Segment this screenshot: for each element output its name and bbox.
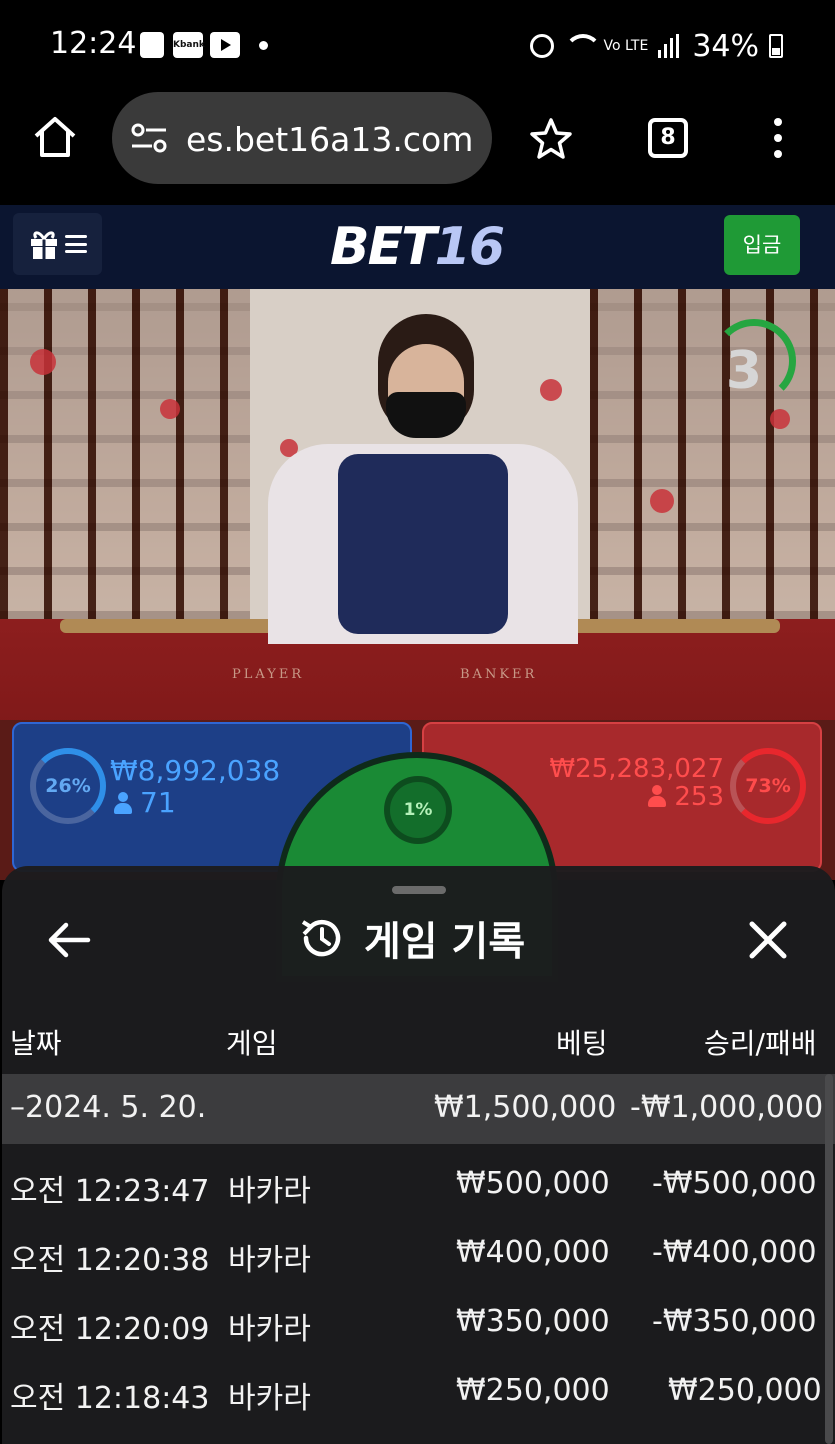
row-bet: ₩250,000 <box>456 1373 610 1408</box>
gift-icon <box>30 231 57 259</box>
browser-toolbar: es.bet16a13.com 8 <box>0 90 835 205</box>
row-game: 바카라 <box>228 1381 311 1416</box>
row-game: 바카라 <box>228 1312 311 1347</box>
scrollbar[interactable] <box>825 1074 833 1444</box>
dealer <box>268 314 578 654</box>
deposit-button[interactable]: 입금 <box>724 215 800 275</box>
column-header-bet: 베팅 <box>556 1027 608 1060</box>
column-header-date: 날짜 <box>10 1027 62 1060</box>
bookmark-star-icon[interactable] <box>528 116 574 162</box>
status-time: 12:24 <box>50 26 137 61</box>
browser-menu-icon[interactable] <box>770 118 786 158</box>
row-time: 오전 12:20:38 <box>10 1243 210 1278</box>
row-time: 오전 12:23:47 <box>10 1174 210 1209</box>
user-icon <box>114 792 132 814</box>
banker-total-amount: ₩25,283,027 <box>549 754 724 784</box>
tie-percent-ring: 1% <box>384 776 452 844</box>
back-arrow-icon[interactable] <box>46 920 92 960</box>
player-total-amount: ₩8,992,038 <box>110 754 281 787</box>
history-icon <box>301 919 341 957</box>
blossom-decoration <box>650 489 674 513</box>
tab-switcher-button[interactable]: 8 <box>648 118 688 158</box>
status-right: Vo LTE 34% <box>529 26 783 66</box>
countdown-number: 3 <box>725 341 763 401</box>
player-percent-ring: 26% <box>30 748 106 824</box>
date-group-date: –2024. 5. 20. <box>10 1090 207 1125</box>
row-game: 바카라 <box>228 1174 311 1209</box>
game-history-sheet: 게임 기록 날짜 게임 베팅 승리/패배 –2024. 5. 20. ₩1,50… <box>2 866 835 1444</box>
close-icon[interactable] <box>748 920 788 960</box>
column-header-result: 승리/패배 <box>704 1027 817 1060</box>
blossom-decoration <box>770 409 790 429</box>
folding-screen-right <box>590 289 835 619</box>
battery-percent: 34% <box>692 28 759 64</box>
row-game: 바카라 <box>228 1243 311 1278</box>
history-row[interactable]: 오전 12:20:38 바카라 ₩400,000 -₩400,000 <box>2 1219 835 1287</box>
history-row[interactable]: 오전 12:18:43 바카라 ₩250,000 ₩250,000 <box>2 1357 835 1425</box>
site-header: BET16 입금 <box>0 205 835 289</box>
hamburger-icon <box>64 235 87 253</box>
status-bar: 12:24 Kbank Vo LTE 34% <box>0 0 835 90</box>
row-bet: ₩500,000 <box>456 1166 610 1201</box>
volte-icon: Vo LTE <box>603 38 649 54</box>
folding-screen-left <box>0 289 250 619</box>
history-row[interactable]: 오전 12:20:09 바카라 ₩350,000 -₩350,000 <box>2 1288 835 1356</box>
table-label-player: PLAYER <box>232 667 305 682</box>
player-bettor-count: 71 <box>114 786 176 819</box>
row-result: -₩500,000 <box>652 1166 817 1201</box>
bet-area: 26% ₩8,992,038 71 ₩25,283,027 253 73% 1% <box>0 720 835 982</box>
row-result: ₩250,000 <box>668 1373 822 1408</box>
row-time: 오전 12:20:09 <box>10 1312 210 1347</box>
address-bar[interactable]: es.bet16a13.com <box>112 92 492 184</box>
gallery-icon <box>140 32 164 58</box>
kbank-icon: Kbank <box>173 32 205 58</box>
row-result: -₩350,000 <box>652 1304 817 1339</box>
gift-menu-button[interactable] <box>13 213 102 275</box>
alarm-icon <box>529 34 554 58</box>
sheet-title: 게임 기록 <box>298 912 526 965</box>
sheet-title-text: 게임 기록 <box>364 919 526 965</box>
drag-handle[interactable] <box>392 886 446 894</box>
row-result: -₩400,000 <box>652 1235 817 1270</box>
signal-icon <box>658 34 682 58</box>
banker-percent-ring: 73% <box>730 748 806 824</box>
date-group-row[interactable]: –2024. 5. 20. ₩1,500,000 -₩1,000,000 <box>2 1074 835 1144</box>
date-group-result: -₩1,000,000 <box>630 1090 824 1125</box>
youtube-icon <box>210 32 240 58</box>
date-group-bet: ₩1,500,000 <box>434 1090 617 1125</box>
blossom-decoration <box>30 349 56 375</box>
history-row[interactable]: 오전 12:23:47 바카라 ₩500,000 -₩500,000 <box>2 1150 835 1218</box>
user-icon <box>648 785 667 807</box>
site-settings-icon[interactable] <box>130 122 168 154</box>
row-bet: ₩400,000 <box>456 1235 610 1270</box>
row-time: 오전 12:18:43 <box>10 1381 210 1416</box>
column-header-game: 게임 <box>226 1027 278 1060</box>
battery-icon <box>769 34 783 58</box>
blossom-decoration <box>160 399 180 419</box>
banker-bettor-count: 253 <box>648 782 724 812</box>
wifi-icon <box>563 34 602 58</box>
home-icon[interactable] <box>30 112 80 162</box>
url-text: es.bet16a13.com <box>186 120 474 159</box>
more-notifications-icon <box>259 41 268 50</box>
row-bet: ₩350,000 <box>456 1304 610 1339</box>
table-label-banker: BANKER <box>460 667 538 682</box>
site-logo[interactable]: BET16 <box>330 217 505 277</box>
